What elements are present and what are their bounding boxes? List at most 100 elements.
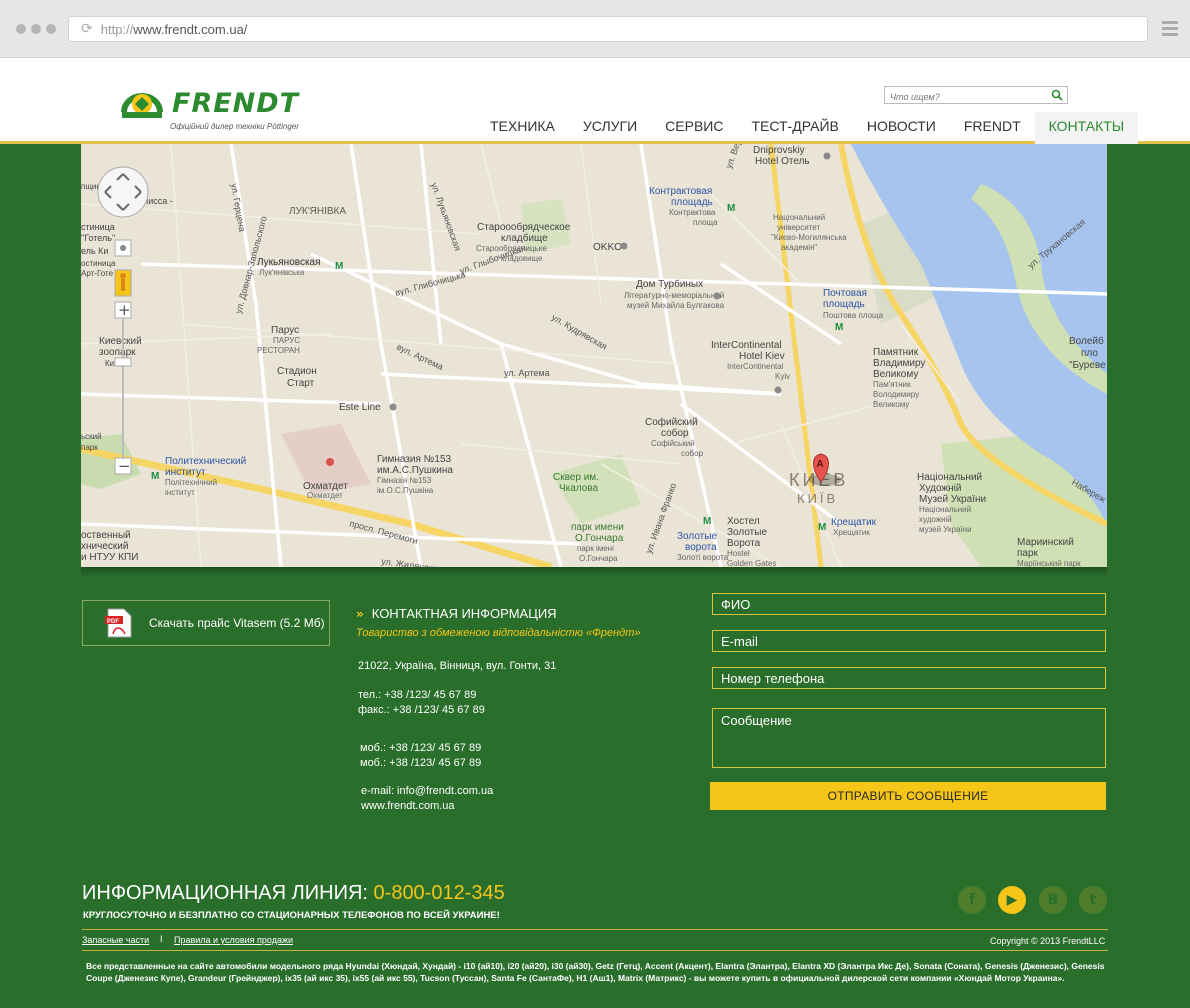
contact-address: 21022, Україна, Вінниця, вул. Гонти, 31 [358,660,557,672]
map-label: площадь [823,299,865,310]
spare-parts-link[interactable]: Запасные части [82,935,149,945]
map-label: ЛУК'ЯНІВКА [289,206,346,217]
search-box [884,86,1068,105]
map-label: площадь [671,197,713,208]
contact-info-heading: КОНТАКТНАЯ ИНФОРМАЦИЯ [371,606,557,621]
nav-item-frendt[interactable]: FRENDT [950,112,1035,144]
main-nav: ТЕХНИКА УСЛУГИ СЕРВИС ТЕСТ-ДРАЙВ НОВОСТИ… [476,112,1139,144]
google-map[interactable]: ул. Герцена ул. Довнар-Запольского ул. Л… [81,144,1107,567]
contact-fax: факс.: +38 /123/ 45 67 89 [358,704,485,716]
map-label: пло [1081,348,1098,359]
map-label: Маріїнський парк [1017,559,1081,567]
map-label: Крещатик [831,517,877,528]
map-label: художній [919,515,952,524]
nav-item-uslugi[interactable]: УСЛУГИ [569,112,651,144]
download-price-label: Скачать прайс Vitasem (5.2 Мб) [149,616,325,630]
youtube-icon[interactable]: ▶ [998,886,1026,914]
map-label: Hostel [727,549,750,558]
map-label: Художній [919,483,961,494]
url-host: www.frendt.com.ua/ [133,21,248,37]
name-field[interactable] [712,593,1106,615]
map-label: ПАРУС [273,336,300,345]
phone-field[interactable] [712,667,1106,689]
map-city-label: КИЇВ [797,491,838,506]
nav-item-novosti[interactable]: НОВОСТИ [853,112,950,144]
map-label: Hotel Отель [755,156,810,167]
map-label: оственный [81,530,131,541]
download-price-button[interactable]: PDF Скачать прайс Vitasem (5.2 Мб) [82,600,330,646]
map-controls: + − [97,166,149,475]
zoom-slider-track[interactable] [122,318,124,458]
map-label: Хостел [727,516,760,527]
window-controls [16,24,56,34]
email-field[interactable] [712,630,1106,652]
nav-item-test-drive[interactable]: ТЕСТ-ДРАЙВ [737,112,852,144]
map-label: Поштова площа [823,311,884,320]
map-label: О.Гончара [579,554,618,563]
zoom-slider-handle[interactable] [114,357,132,367]
info-line: ИНФОРМАЦИОННАЯ ЛИНИЯ: 0-800-012-345 [82,882,505,905]
map-label: ворота [685,542,717,553]
map-label: Волейб [1069,335,1104,347]
search-icon[interactable] [1051,89,1063,101]
metro-icon: M [727,203,735,214]
contact-email[interactable]: e-mail: info@frendt.com.ua [361,785,493,797]
send-message-button[interactable]: ОТПРАВИТЬ СООБЩЕНИЕ [710,782,1106,810]
map-label: площа [693,218,718,227]
footer-disclaimer: Все представленные на сайте автомобили м… [86,961,1105,983]
terms-link[interactable]: Правила и условия продажи [174,935,293,945]
hospital-icon [326,458,334,466]
contact-info-title: » КОНТАКТНАЯ ИНФОРМАЦИЯ [356,606,557,621]
copyright: Copyright © 2013 FrendtLLC [990,936,1106,946]
map-label: Софийский [645,416,698,428]
metro-icon: M [335,261,343,272]
map-label: Золотые [677,531,717,542]
window-dot-icon[interactable] [31,24,41,34]
site-logo[interactable]: FRENDT Офіційний дилер техніки Pöttinger [120,86,310,134]
svg-text:A: A [817,459,824,470]
svg-text:PDF: PDF [107,619,119,625]
nav-item-servis[interactable]: СЕРВИС [651,112,737,144]
map-label: Сквер им. [553,472,599,483]
message-field[interactable] [712,708,1106,768]
nav-item-kontakty[interactable]: КОНТАКТЫ [1034,112,1139,144]
poi-icon [620,242,628,250]
road-label: ул. Артема [504,368,550,378]
map-label: Літературно-меморіальний [624,291,724,300]
menu-icon[interactable] [1162,21,1178,39]
window-dot-icon[interactable] [16,24,26,34]
map-label: Великому [873,400,909,409]
url-protocol: http:// [100,21,134,37]
map-label: Памятник [873,347,919,358]
map-label: Лук'янівська [259,268,305,277]
facebook-icon[interactable]: f [958,886,986,914]
twitter-icon[interactable]: t [1079,886,1107,914]
map-label: хнический [81,541,128,552]
map-label: Гімназія №153 [377,476,432,485]
map-label: "Буреве [1069,360,1106,371]
poi-icon [774,386,782,394]
address-bar[interactable]: ⟳ http:// www.frendt.com.ua/ [68,16,1148,42]
map-label: РЕСТОРАН [257,346,300,355]
nav-item-tehnika[interactable]: ТЕХНИКА [476,112,569,144]
map-label: Староообрядческое [477,221,571,233]
contact-website[interactable]: www.frendt.com.ua [361,800,455,812]
map-label: Хрещатик [833,528,870,537]
site-header: FRENDT Офіційний дилер техніки Pöttinger… [0,58,1190,144]
map-label: Владимиру [873,358,925,369]
search-input[interactable] [885,89,1045,105]
info-line-phone[interactable]: 0-800-012-345 [374,882,505,904]
double-arrow-icon: » [356,606,364,621]
map-label: Володимиру [873,390,919,399]
map-label: парк імені [577,544,614,553]
map-label: музей України [919,525,972,534]
window-dot-icon[interactable] [46,24,56,34]
map-label: собор [681,449,704,458]
vkontakte-icon[interactable]: В [1039,886,1067,914]
map-label: Старт [287,378,315,389]
reload-icon[interactable]: ⟳ [81,21,93,37]
map-label: Дом Турбиных [636,278,703,290]
contact-mobile-2: моб.: +38 /123/ 45 67 89 [360,757,482,769]
map-label: інститут [165,488,195,497]
map-label: парк [81,443,98,452]
